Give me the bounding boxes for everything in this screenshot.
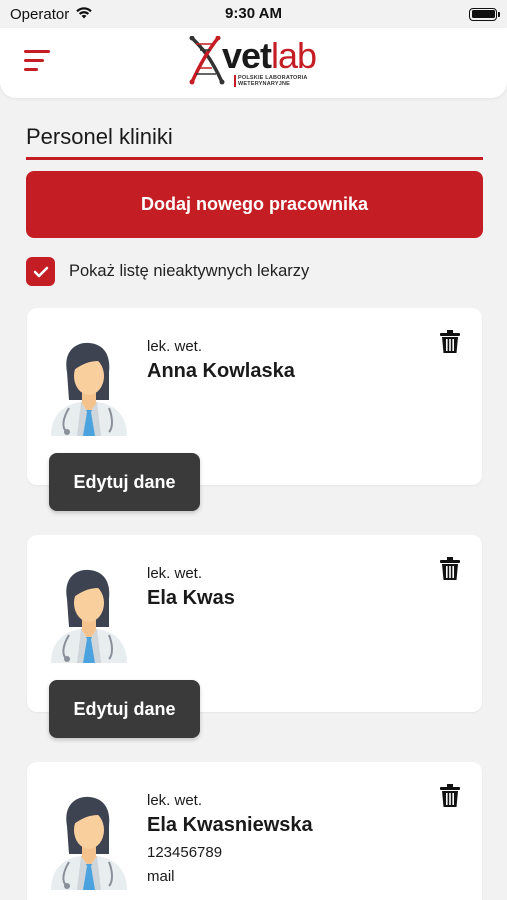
edit-data-button[interactable]: Edytuj dane xyxy=(49,453,200,511)
staff-title: lek. wet. xyxy=(147,565,203,582)
staff-title: lek. wet. xyxy=(147,338,203,355)
staff-card: lek. wet. Ela Kwas Edytuj dane xyxy=(27,535,482,738)
trash-icon[interactable] xyxy=(440,784,460,808)
staff-card: lek. wet. Anna Kowlaska Edytuj dane xyxy=(27,308,482,511)
show-inactive-label: Pokaż listę nieaktywnych lekarzy xyxy=(69,262,310,280)
show-inactive-row[interactable]: Pokaż listę nieaktywnych lekarzy xyxy=(26,257,309,286)
battery-icon xyxy=(469,7,500,21)
staff-name: Ela Kwas xyxy=(147,587,235,609)
edit-data-button[interactable]: Edytuj dane xyxy=(49,680,200,738)
hamburger-menu-button[interactable] xyxy=(24,50,50,74)
vetlab-logo: vetlab POLSKIE LABORATORIA WETERYNARYJNE xyxy=(188,36,323,88)
doctor-avatar-icon xyxy=(51,569,127,663)
title-underline xyxy=(26,157,483,160)
page-title: Personel kliniki xyxy=(26,124,173,149)
show-inactive-checkbox[interactable] xyxy=(26,257,55,286)
status-time: 9:30 AM xyxy=(225,5,282,22)
app-header: vetlab POLSKIE LABORATORIA WETERYNARYJNE xyxy=(0,28,507,98)
logo-subtitle-line2: WETERYNARYJNE xyxy=(238,81,291,87)
doctor-avatar-icon xyxy=(51,796,127,890)
status-bar: Operator 9:30 AM xyxy=(0,0,507,28)
logo-vet-text: vet xyxy=(222,35,272,76)
trash-icon[interactable] xyxy=(440,557,460,581)
staff-mail: mail xyxy=(147,868,175,885)
add-employee-button[interactable]: Dodaj nowego pracownika xyxy=(26,171,483,238)
checkmark-icon xyxy=(33,266,48,277)
staff-title: lek. wet. xyxy=(147,792,203,809)
staff-card: lek. wet. Ela Kwasniewska 123456789 mail xyxy=(27,762,482,900)
logo-lab-text: lab xyxy=(271,35,317,76)
staff-phone: 123456789 xyxy=(147,844,223,861)
logo-subtitle: POLSKIE LABORATORIA WETERYNARYJNE xyxy=(234,75,308,87)
logo-wordmark: vetlab xyxy=(222,35,317,76)
staff-name: Ela Kwasniewska xyxy=(147,814,313,836)
trash-icon[interactable] xyxy=(440,330,460,354)
staff-name: Anna Kowlaska xyxy=(147,360,295,382)
doctor-avatar-icon xyxy=(51,342,127,436)
